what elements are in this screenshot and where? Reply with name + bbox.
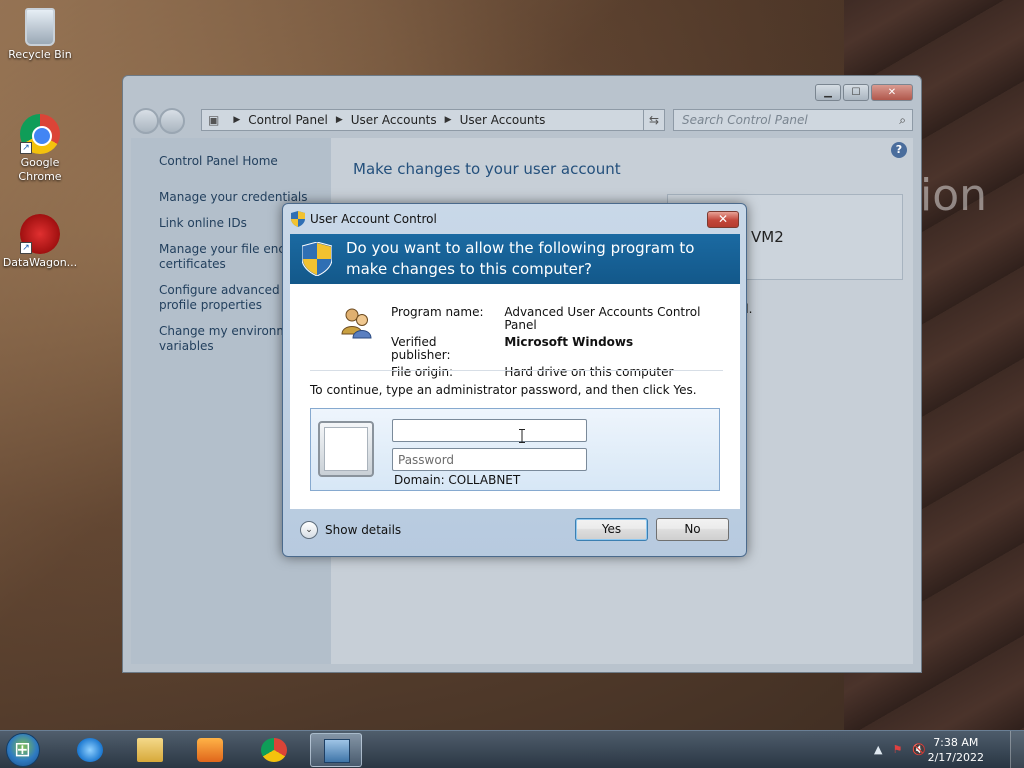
datawagon-icon: ↗ [20,214,60,254]
publisher-value: Microsoft Windows [504,335,634,349]
divider [310,370,723,371]
close-button[interactable]: ✕ [871,84,913,101]
wallpaper-text: ion [920,170,988,221]
system-tray: ▲ ⚑ 🔇 7:38 AM 2/17/2022 [864,731,1024,768]
search-icon[interactable]: ⌕ [899,110,906,130]
taskbar-item-control-panel[interactable] [310,733,362,767]
recycle-bin-icon [25,8,55,46]
show-details-label: Show details [325,523,402,537]
control-panel-icon [324,739,350,763]
refresh-button[interactable]: ⇆ [643,109,665,131]
program-name-label: Program name: [391,305,484,319]
window-titlebar: ▁ ☐ ✕ [123,76,921,104]
question-banner: Do you want to allow the following progr… [290,234,740,284]
back-forward-buttons [133,108,189,134]
maximize-button[interactable]: ☐ [843,84,869,101]
search-placeholder: Search Control Panel [682,113,808,127]
breadcrumb-separator-icon: ▶ [444,115,452,125]
help-icon[interactable]: ? [891,142,907,158]
minimize-button[interactable]: ▁ [815,84,841,101]
chrome-icon: ↗ [20,114,60,154]
sidebar-item-home[interactable]: Control Panel Home [159,154,319,169]
media-player-icon [197,738,223,762]
breadcrumb-item[interactable]: Control Panel [248,113,328,127]
clock-date: 2/17/2022 [927,751,984,764]
publisher-label: Verified publisher: [391,335,451,362]
search-input[interactable]: Search Control Panel ⌕ [673,109,913,131]
taskbar-item-chrome[interactable] [248,733,300,767]
chrome-icon [261,738,287,762]
speaker-muted-icon[interactable]: 🔇 [912,743,926,756]
breadcrumb-separator-icon: ▶ [335,115,343,125]
dialog-title: User Account Control [310,212,437,226]
uac-shield-icon [302,242,332,276]
question-text: Do you want to allow the following progr… [346,239,695,278]
start-button[interactable] [6,733,40,767]
origin-value: Hard drive on this computer [504,365,674,379]
back-button[interactable] [133,108,159,134]
taskbar-item-explorer[interactable] [124,733,176,767]
no-button[interactable]: No [656,518,729,541]
dialog-content: Program name: Advanced User Accounts Con… [290,284,740,509]
desktop-icon-label: Recycle Bin [8,48,72,61]
desktop-icon-recycle-bin[interactable]: Recycle Bin [0,8,80,61]
taskbar: ▲ ⚑ 🔇 7:38 AM 2/17/2022 [0,730,1024,768]
desktop-icon-chrome[interactable]: ↗ Google Chrome [0,114,80,184]
uac-dialog: User Account Control ✕ Do you want to al… [282,203,747,557]
desktop-icon-label: Google Chrome [18,156,62,183]
taskbar-item-ie[interactable] [64,733,116,767]
breadcrumb-item[interactable]: User Accounts [460,113,546,127]
desktop-icon-datawagon[interactable]: ↗ DataWagon... [0,214,80,269]
breadcrumb-separator-icon: ▶ [233,115,241,125]
clock[interactable]: 7:38 AM 2/17/2022 [928,735,984,765]
address-bar[interactable]: ▣ ▶ Control Panel ▶ User Accounts ▶ User… [201,109,665,131]
user-accounts-icon [341,308,372,339]
text-cursor-icon [519,429,525,443]
file-explorer-icon [137,738,163,762]
credential-box: Domain: COLLABNET [310,408,720,491]
page-title: Make changes to your user account [353,160,621,178]
internet-explorer-icon [77,738,103,762]
control-panel-small-icon: ▣ [208,113,220,127]
clock-time: 7:38 AM [933,736,979,749]
origin-label: File origin: [391,365,454,379]
action-center-icon[interactable]: ⚑ [892,743,902,756]
dialog-titlebar: User Account Control [291,210,437,228]
dialog-footer: ⌄ Show details Yes No [290,509,740,551]
account-name: VM2 [751,228,784,246]
show-desktop-button[interactable] [1010,731,1024,768]
show-hidden-icons-icon[interactable]: ▲ [874,743,882,756]
taskbar-item-media-player[interactable] [184,733,236,767]
domain-label: Domain: COLLABNET [394,473,521,487]
desktop-icon-label: DataWagon... [2,256,78,269]
navigation-bar: ▣ ▶ Control Panel ▶ User Accounts ▶ User… [131,106,913,134]
username-field[interactable] [392,419,587,442]
user-picture [324,427,368,471]
breadcrumb-item[interactable]: User Accounts [351,113,437,127]
user-tile [318,421,374,477]
shortcut-arrow-icon: ↗ [20,242,32,254]
shortcut-arrow-icon: ↗ [20,142,32,154]
chevron-down-icon: ⌄ [300,521,318,539]
program-info-table: Program name: Advanced User Accounts Con… [391,306,740,383]
shield-icon [291,211,305,227]
show-details-toggle[interactable]: ⌄ Show details [300,521,401,539]
program-name-value: Advanced User Accounts Control Panel [504,305,701,332]
yes-button[interactable]: Yes [575,518,648,541]
close-button[interactable]: ✕ [707,211,739,228]
password-field[interactable] [392,448,587,471]
forward-button[interactable] [159,108,185,134]
instruction-text: To continue, type an administrator passw… [310,383,697,397]
